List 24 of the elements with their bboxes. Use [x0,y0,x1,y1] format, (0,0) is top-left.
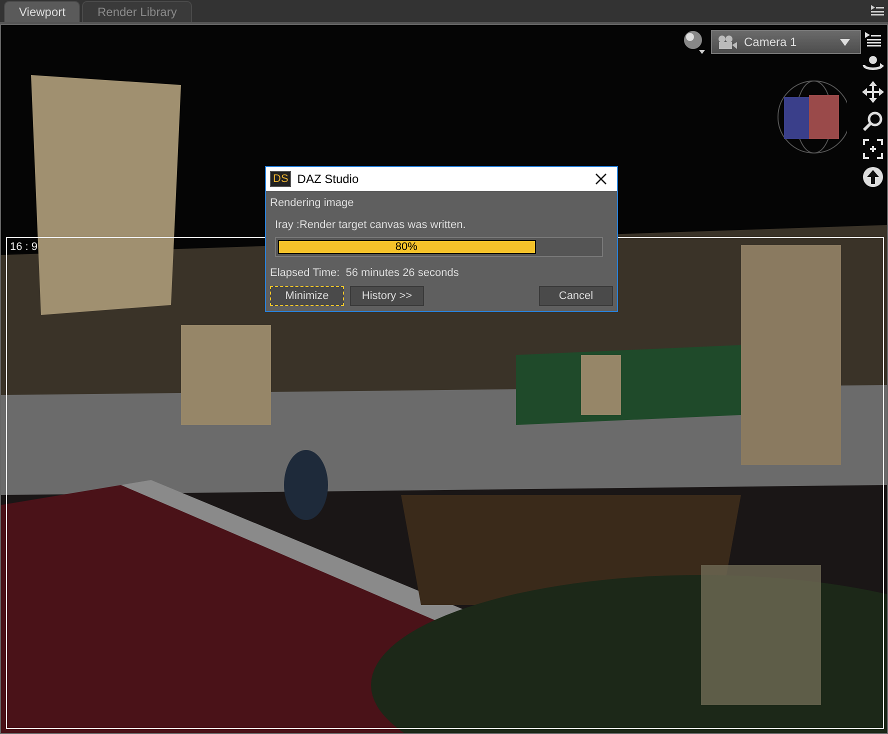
close-icon[interactable] [595,173,607,185]
elapsed-label: Elapsed Time: [270,267,340,279]
orbit-icon[interactable] [862,55,884,73]
app-logo: DS [270,171,292,187]
dialog-button[interactable]: History >> [350,286,424,306]
aspect-ratio-label: 16 : 9 [10,241,38,253]
camera-dropdown[interactable]: Camera 1 [711,30,861,54]
list-icon[interactable] [864,31,882,47]
frame-icon[interactable] [863,139,883,159]
message-text: Iray :Render target canvas was written. [275,219,467,231]
tab[interactable]: Viewport [4,1,80,22]
progress-label: 80% [394,241,418,253]
move-icon[interactable] [862,81,884,103]
dialog-button[interactable]: Minimize [270,286,344,306]
panel-menu-icon[interactable] [870,4,884,16]
elapsed-value: 56 minutes 26 seconds [346,267,459,279]
search-icon[interactable] [863,111,883,131]
dialog-button[interactable]: Cancel [539,286,613,306]
status-text: Rendering image [270,197,355,209]
tab[interactable]: Render Library [82,1,192,22]
dialog-title: DAZ Studio [297,172,360,186]
video-camera-icon [718,35,738,49]
sphere-icon[interactable] [683,30,707,56]
dropdown-caret-icon [840,38,850,46]
